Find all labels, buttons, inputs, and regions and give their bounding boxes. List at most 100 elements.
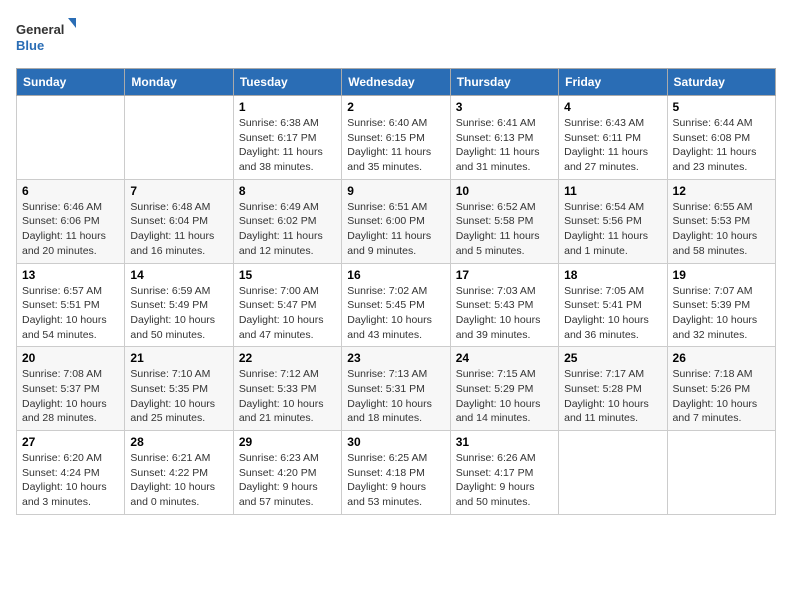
calendar-cell: 17Sunrise: 7:03 AM Sunset: 5:43 PM Dayli… (450, 263, 558, 347)
day-info: Sunrise: 6:46 AM Sunset: 6:06 PM Dayligh… (22, 200, 119, 259)
day-number: 24 (456, 351, 553, 365)
day-number: 14 (130, 268, 227, 282)
day-info: Sunrise: 6:51 AM Sunset: 6:00 PM Dayligh… (347, 200, 444, 259)
day-info: Sunrise: 6:41 AM Sunset: 6:13 PM Dayligh… (456, 116, 553, 175)
day-number: 15 (239, 268, 336, 282)
day-info: Sunrise: 6:49 AM Sunset: 6:02 PM Dayligh… (239, 200, 336, 259)
calendar-cell: 23Sunrise: 7:13 AM Sunset: 5:31 PM Dayli… (342, 347, 450, 431)
calendar-week-row: 20 Sunrise: 7:08 AM Sunset: 5:37 PM Dayli… (17, 347, 776, 431)
calendar-cell: 16 Sunrise: 7:02 AM Sunset: 5:45 PM Dayli… (342, 263, 450, 347)
day-info: Sunrise: 6:21 AM Sunset: 4:22 PM Dayligh… (130, 451, 227, 510)
day-info: Sunrise: 7:08 AM Sunset: 5:37 PM Dayligh… (22, 367, 119, 426)
calendar-cell (17, 96, 125, 180)
calendar-cell: 13 Sunrise: 6:57 AM Sunset: 5:51 PM Dayli… (17, 263, 125, 347)
logo: General Blue (16, 16, 76, 56)
weekday-header-wednesday: Wednesday (342, 69, 450, 96)
day-info: Sunrise: 6:44 AM Sunset: 6:08 PM Dayligh… (673, 116, 770, 175)
calendar-cell: 14Sunrise: 6:59 AM Sunset: 5:49 PM Dayli… (125, 263, 233, 347)
day-info: Sunrise: 6:26 AM Sunset: 4:17 PM Dayligh… (456, 451, 553, 510)
day-number: 2 (347, 100, 444, 114)
svg-text:Blue: Blue (16, 38, 44, 53)
weekday-header-tuesday: Tuesday (233, 69, 341, 96)
calendar-cell: 20 Sunrise: 7:08 AM Sunset: 5:37 PM Dayli… (17, 347, 125, 431)
weekday-header-monday: Monday (125, 69, 233, 96)
day-number: 25 (564, 351, 661, 365)
day-number: 26 (673, 351, 770, 365)
day-number: 29 (239, 435, 336, 449)
day-info: Sunrise: 6:23 AM Sunset: 4:20 PM Dayligh… (239, 451, 336, 510)
calendar-cell: 15 Sunrise: 7:00 AM Sunset: 5:47 PM Dayli… (233, 263, 341, 347)
weekday-header-friday: Friday (559, 69, 667, 96)
calendar-cell: 30Sunrise: 6:25 AM Sunset: 4:18 PM Dayli… (342, 431, 450, 515)
calendar-cell: 18 Sunrise: 7:05 AM Sunset: 5:41 PM Dayli… (559, 263, 667, 347)
day-info: Sunrise: 7:05 AM Sunset: 5:41 PM Dayligh… (564, 284, 661, 343)
day-number: 10 (456, 184, 553, 198)
calendar-week-row: 27 Sunrise: 6:20 AM Sunset: 4:24 PM Dayli… (17, 431, 776, 515)
calendar-cell: 1Sunrise: 6:38 AM Sunset: 6:17 PM Daylig… (233, 96, 341, 180)
calendar-cell: 19 Sunrise: 7:07 AM Sunset: 5:39 PM Dayli… (667, 263, 775, 347)
calendar-cell: 24 Sunrise: 7:15 AM Sunset: 5:29 PM Dayli… (450, 347, 558, 431)
day-number: 16 (347, 268, 444, 282)
calendar-cell: 25 Sunrise: 7:17 AM Sunset: 5:28 PM Dayli… (559, 347, 667, 431)
calendar-cell: 21 Sunrise: 7:10 AM Sunset: 5:35 PM Dayli… (125, 347, 233, 431)
calendar-cell (559, 431, 667, 515)
day-info: Sunrise: 6:57 AM Sunset: 5:51 PM Dayligh… (22, 284, 119, 343)
day-number: 18 (564, 268, 661, 282)
day-number: 5 (673, 100, 770, 114)
weekday-header-thursday: Thursday (450, 69, 558, 96)
day-number: 28 (130, 435, 227, 449)
day-number: 27 (22, 435, 119, 449)
day-number: 31 (456, 435, 553, 449)
day-info: Sunrise: 6:54 AM Sunset: 5:56 PM Dayligh… (564, 200, 661, 259)
day-info: Sunrise: 7:02 AM Sunset: 5:45 PM Dayligh… (347, 284, 444, 343)
day-number: 20 (22, 351, 119, 365)
calendar-cell: 10 Sunrise: 6:52 AM Sunset: 5:58 PM Dayli… (450, 179, 558, 263)
calendar-cell: 29 Sunrise: 6:23 AM Sunset: 4:20 PM Dayli… (233, 431, 341, 515)
day-number: 19 (673, 268, 770, 282)
calendar-week-row: 6 Sunrise: 6:46 AM Sunset: 6:06 PM Daylig… (17, 179, 776, 263)
weekday-header-sunday: Sunday (17, 69, 125, 96)
day-number: 22 (239, 351, 336, 365)
day-info: Sunrise: 7:07 AM Sunset: 5:39 PM Dayligh… (673, 284, 770, 343)
day-number: 7 (130, 184, 227, 198)
day-info: Sunrise: 7:13 AM Sunset: 5:31 PM Dayligh… (347, 367, 444, 426)
calendar-cell: 6 Sunrise: 6:46 AM Sunset: 6:06 PM Daylig… (17, 179, 125, 263)
day-number: 12 (673, 184, 770, 198)
calendar-cell: 22Sunrise: 7:12 AM Sunset: 5:33 PM Dayli… (233, 347, 341, 431)
calendar-cell: 12 Sunrise: 6:55 AM Sunset: 5:53 PM Dayli… (667, 179, 775, 263)
calendar-cell (125, 96, 233, 180)
page-header: General Blue (16, 16, 776, 56)
day-number: 8 (239, 184, 336, 198)
day-info: Sunrise: 7:15 AM Sunset: 5:29 PM Dayligh… (456, 367, 553, 426)
day-number: 4 (564, 100, 661, 114)
calendar-cell: 28 Sunrise: 6:21 AM Sunset: 4:22 PM Dayli… (125, 431, 233, 515)
calendar-cell: 9 Sunrise: 6:51 AM Sunset: 6:00 PM Daylig… (342, 179, 450, 263)
day-number: 13 (22, 268, 119, 282)
calendar-cell: 26Sunrise: 7:18 AM Sunset: 5:26 PM Dayli… (667, 347, 775, 431)
day-info: Sunrise: 7:10 AM Sunset: 5:35 PM Dayligh… (130, 367, 227, 426)
day-info: Sunrise: 7:00 AM Sunset: 5:47 PM Dayligh… (239, 284, 336, 343)
calendar-cell: 3Sunrise: 6:41 AM Sunset: 6:13 PM Daylig… (450, 96, 558, 180)
day-info: Sunrise: 6:20 AM Sunset: 4:24 PM Dayligh… (22, 451, 119, 510)
calendar-cell: 27 Sunrise: 6:20 AM Sunset: 4:24 PM Dayli… (17, 431, 125, 515)
calendar-table: SundayMondayTuesdayWednesdayThursdayFrid… (16, 68, 776, 515)
day-number: 9 (347, 184, 444, 198)
calendar-cell: 11Sunrise: 6:54 AM Sunset: 5:56 PM Dayli… (559, 179, 667, 263)
day-info: Sunrise: 7:17 AM Sunset: 5:28 PM Dayligh… (564, 367, 661, 426)
calendar-cell: 2Sunrise: 6:40 AM Sunset: 6:15 PM Daylig… (342, 96, 450, 180)
day-info: Sunrise: 7:03 AM Sunset: 5:43 PM Dayligh… (456, 284, 553, 343)
calendar-cell: 4 Sunrise: 6:43 AM Sunset: 6:11 PM Daylig… (559, 96, 667, 180)
weekday-header-row: SundayMondayTuesdayWednesdayThursdayFrid… (17, 69, 776, 96)
weekday-header-saturday: Saturday (667, 69, 775, 96)
calendar-cell (667, 431, 775, 515)
calendar-cell: 8 Sunrise: 6:49 AM Sunset: 6:02 PM Daylig… (233, 179, 341, 263)
day-info: Sunrise: 6:52 AM Sunset: 5:58 PM Dayligh… (456, 200, 553, 259)
day-number: 21 (130, 351, 227, 365)
calendar-cell: 7 Sunrise: 6:48 AM Sunset: 6:04 PM Daylig… (125, 179, 233, 263)
day-info: Sunrise: 6:55 AM Sunset: 5:53 PM Dayligh… (673, 200, 770, 259)
day-number: 1 (239, 100, 336, 114)
day-info: Sunrise: 6:48 AM Sunset: 6:04 PM Dayligh… (130, 200, 227, 259)
day-number: 30 (347, 435, 444, 449)
day-info: Sunrise: 6:43 AM Sunset: 6:11 PM Dayligh… (564, 116, 661, 175)
day-number: 6 (22, 184, 119, 198)
